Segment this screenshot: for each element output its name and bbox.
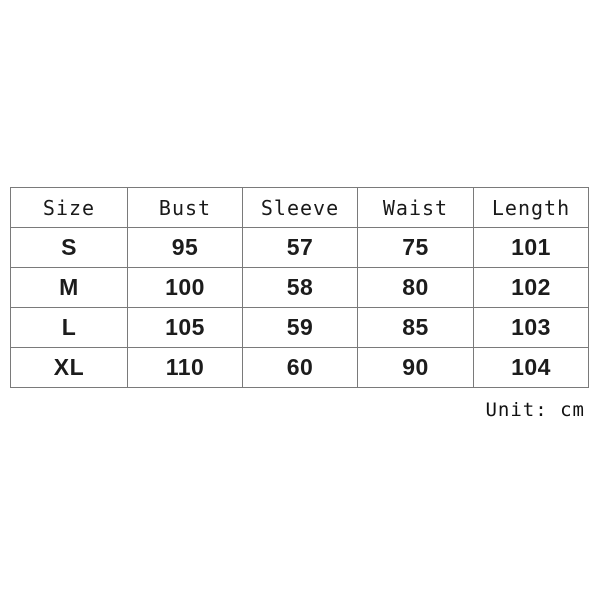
cell-waist: 85	[357, 307, 474, 348]
cell-length: 103	[473, 307, 589, 348]
cell-length: 101	[473, 227, 589, 268]
size-chart: Size Bust Sleeve Waist Length S 95 57 75…	[10, 187, 589, 421]
cell-bust: 95	[127, 227, 243, 268]
cell-sleeve: 58	[242, 267, 358, 308]
cell-size: M	[10, 267, 128, 308]
cell-length: 102	[473, 267, 589, 308]
table-row: L 105 59 85 103	[10, 307, 589, 348]
table-row: XL 110 60 90 104	[10, 347, 589, 388]
cell-waist: 80	[357, 267, 474, 308]
cell-bust: 105	[127, 307, 243, 348]
column-header-sleeve: Sleeve	[242, 187, 358, 228]
table-row: M 100 58 80 102	[10, 267, 589, 308]
cell-sleeve: 60	[242, 347, 358, 388]
cell-size: XL	[10, 347, 128, 388]
cell-waist: 90	[357, 347, 474, 388]
cell-sleeve: 59	[242, 307, 358, 348]
cell-waist: 75	[357, 227, 474, 268]
unit-note: Unit: cm	[485, 399, 585, 421]
size-table: Size Bust Sleeve Waist Length S 95 57 75…	[10, 187, 589, 388]
column-header-waist: Waist	[357, 187, 474, 228]
cell-length: 104	[473, 347, 589, 388]
column-header-size: Size	[10, 187, 128, 228]
cell-bust: 110	[127, 347, 243, 388]
table-header-row: Size Bust Sleeve Waist Length	[10, 187, 589, 228]
column-header-bust: Bust	[127, 187, 243, 228]
cell-size: S	[10, 227, 128, 268]
table-row: S 95 57 75 101	[10, 227, 589, 268]
cell-bust: 100	[127, 267, 243, 308]
cell-size: L	[10, 307, 128, 348]
column-header-length: Length	[473, 187, 589, 228]
cell-sleeve: 57	[242, 227, 358, 268]
